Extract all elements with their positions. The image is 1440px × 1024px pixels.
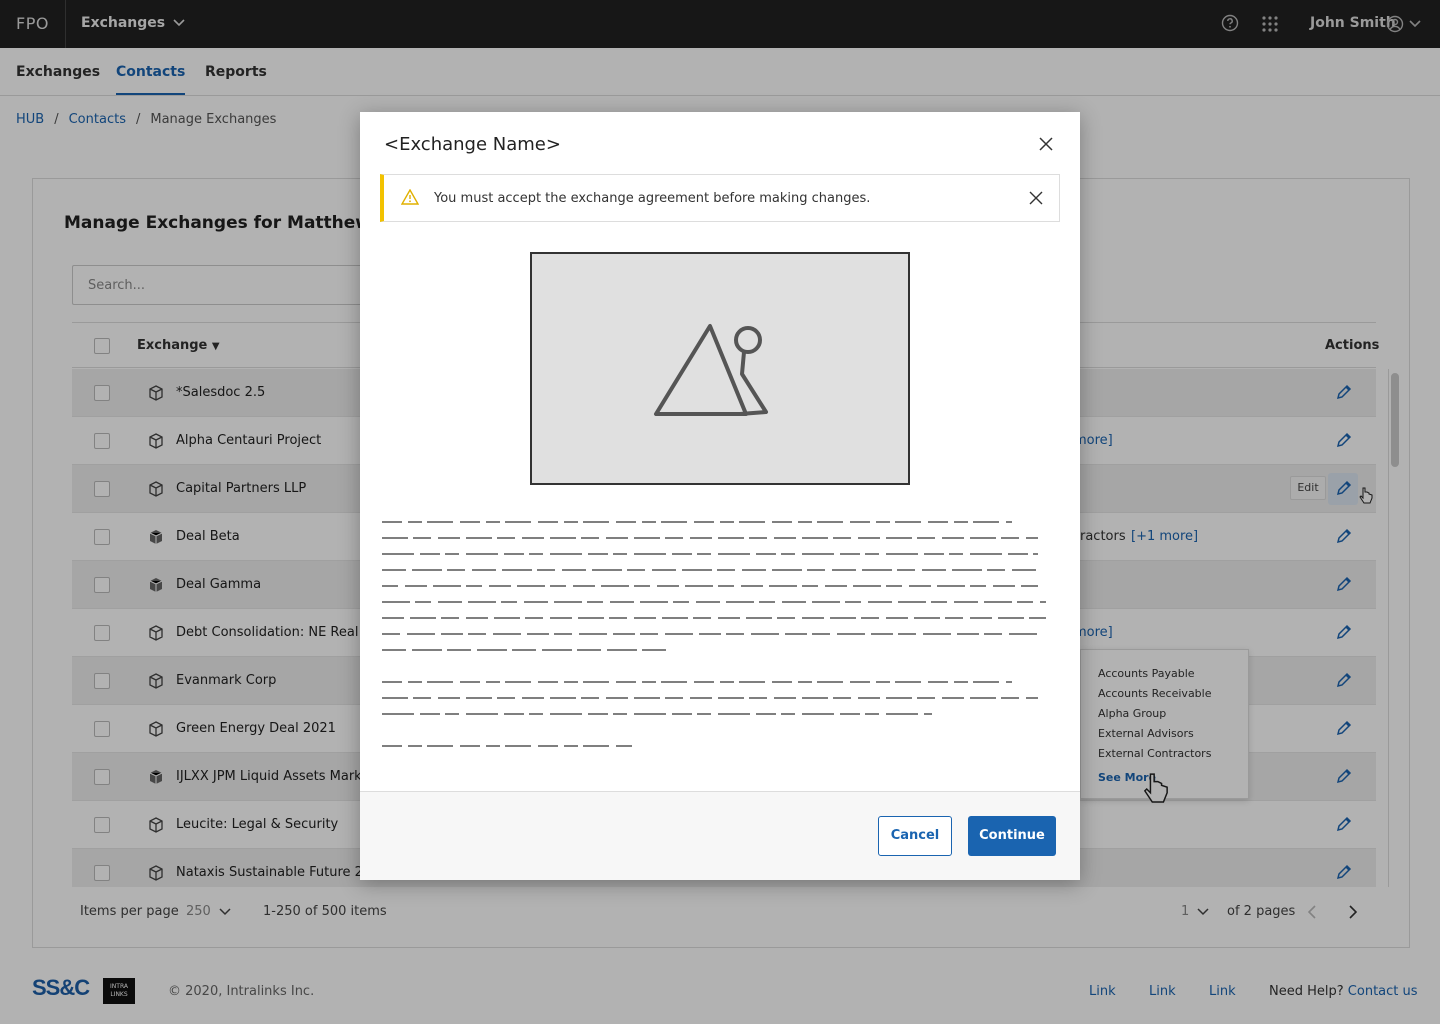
exchange-agreement-dialog: <Exchange Name> You must accept the exch… xyxy=(360,112,1080,880)
agreement-text-placeholder xyxy=(382,681,1038,715)
image-placeholder-icon xyxy=(654,324,768,416)
dialog-footer: Cancel Continue xyxy=(360,791,1080,880)
close-icon[interactable] xyxy=(1029,191,1043,205)
alert-message: You must accept the exchange agreement b… xyxy=(434,191,871,206)
dialog-title: <Exchange Name> xyxy=(384,134,561,155)
warning-alert: You must accept the exchange agreement b… xyxy=(380,174,1060,222)
image-placeholder xyxy=(530,252,910,485)
agreement-text-placeholder xyxy=(382,521,1046,651)
agreement-text-placeholder xyxy=(382,745,632,747)
warning-triangle-icon xyxy=(401,189,419,205)
continue-button[interactable]: Continue xyxy=(968,816,1056,856)
cancel-button[interactable]: Cancel xyxy=(878,816,952,856)
close-icon[interactable] xyxy=(1038,136,1054,152)
